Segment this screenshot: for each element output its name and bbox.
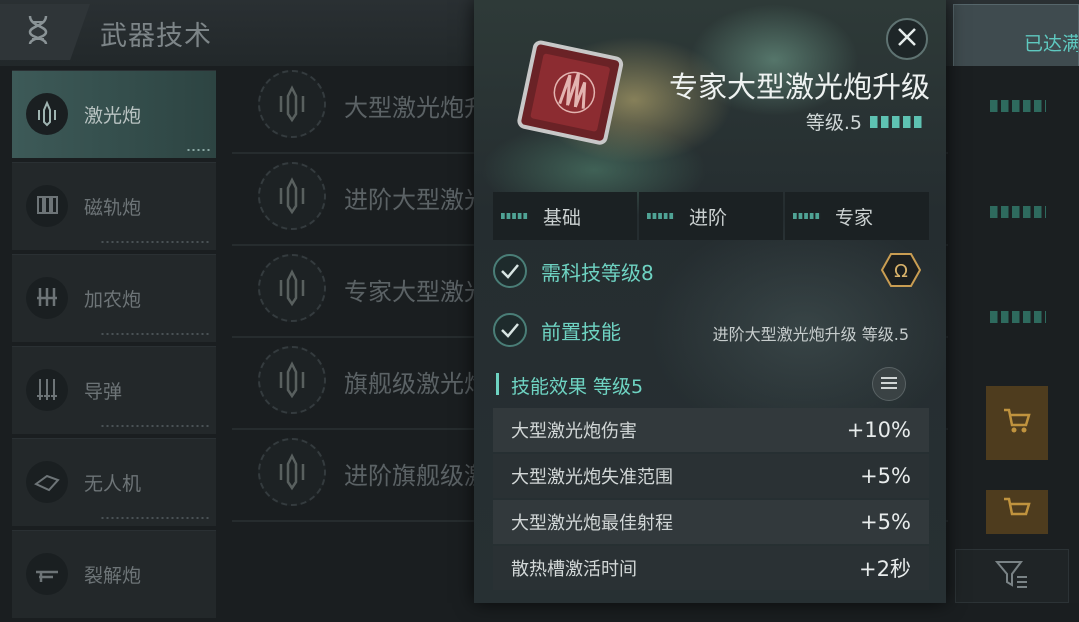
close-icon: [896, 26, 918, 52]
sidebar-item-laser[interactable]: 激光炮: [12, 70, 216, 158]
requirement-label: 前置技能: [541, 320, 621, 344]
skill-title: 专家大型激光炮升级: [668, 70, 930, 104]
effect-value: +2秒: [859, 557, 911, 581]
progress-dots: [100, 240, 210, 244]
check-icon: [493, 313, 527, 347]
effect-value: +5%: [860, 510, 911, 534]
sidebar-item-railgun[interactable]: 磁轨炮: [12, 162, 216, 250]
sidebar-item-label: 无人机: [84, 473, 142, 495]
effect-value: +10%: [846, 418, 911, 442]
tab-expert[interactable]: 专家: [785, 192, 929, 240]
progress-dots: [186, 148, 210, 152]
tab-label: 专家: [835, 206, 874, 229]
laser-cannon-icon: [258, 162, 326, 230]
filter-icon: [994, 559, 1029, 593]
laser-cannon-icon: [258, 346, 326, 414]
progress-dots: [100, 424, 210, 428]
skill-name: 旗舰级激光炮: [344, 370, 488, 398]
effect-row: 大型激光炮最佳射程 +5%: [493, 500, 929, 544]
effect-row: 散热槽激活时间 +2秒: [493, 546, 929, 590]
tier-pips: [501, 213, 529, 219]
requirement-prereq-skill: 前置技能 进阶大型激光炮升级 等级.5: [493, 311, 929, 351]
level-text: 等级.5: [805, 112, 862, 134]
skill-name: 专家大型激光: [344, 278, 488, 306]
tab-label: 进阶: [689, 206, 728, 229]
sidebar-item-label: 激光炮: [84, 105, 142, 127]
sidebar-item-label: 导弹: [84, 381, 123, 403]
skill-detail-modal: 专家大型激光炮升级 等级.5 基础 进阶 专家 需科技等级8 Ω 前置技能 进阶…: [474, 0, 946, 603]
tier-pips: [647, 213, 675, 219]
requirement-label: 需科技等级8: [541, 261, 654, 285]
tab-label: 基础: [543, 206, 582, 229]
sidebar-item-drone[interactable]: 无人机: [12, 438, 216, 526]
laser-cannon-icon: [26, 93, 68, 135]
effects-list: 大型激光炮伤害 +10% 大型激光炮失准范围 +5% 大型激光炮最佳射程 +5%…: [493, 408, 929, 592]
list-button[interactable]: [872, 367, 906, 401]
cart-button[interactable]: [986, 490, 1048, 534]
level-pips: [990, 206, 1046, 218]
close-button[interactable]: [886, 18, 928, 60]
effects-title: 技能效果 等级5: [511, 376, 644, 398]
list-icon: [880, 375, 898, 394]
svg-text:Ω: Ω: [894, 261, 908, 282]
tier-pips: [793, 213, 821, 219]
requirement-value: 进阶大型激光炮升级 等级.5: [712, 325, 909, 344]
effect-value: +5%: [860, 464, 911, 488]
accent-bar: [496, 373, 499, 395]
progress-dots: [100, 332, 210, 336]
weapon-category-sidebar: 激光炮 磁轨炮 加农炮 导弹 无人机 裂解炮: [12, 70, 216, 622]
drone-icon: [26, 461, 68, 503]
level-pips: [990, 311, 1046, 323]
effect-name: 大型激光炮伤害: [511, 421, 637, 442]
laser-cannon-icon: [258, 70, 326, 138]
skill-status-column: [950, 66, 1079, 603]
tier-tabs: 基础 进阶 专家: [493, 192, 929, 240]
back-button[interactable]: [0, 4, 90, 60]
page-title: 武器技术: [100, 21, 212, 52]
missile-icon: [26, 369, 68, 411]
laser-cannon-icon: [258, 438, 326, 506]
effect-name: 大型激光炮失准范围: [511, 467, 673, 488]
cart-icon: [1002, 496, 1032, 528]
check-icon: [493, 254, 527, 288]
effects-header: 技能效果 等级5: [496, 370, 926, 400]
level-pips: [990, 100, 1046, 112]
cart-button[interactable]: [986, 386, 1048, 460]
effect-name: 散热槽激活时间: [511, 559, 637, 580]
disintegrator-icon: [26, 553, 68, 595]
sidebar-item-disintegrator[interactable]: 裂解炮: [12, 530, 216, 618]
requirement-tech-level: 需科技等级8 Ω: [493, 252, 929, 292]
effect-row: 大型激光炮伤害 +10%: [493, 408, 929, 452]
railgun-icon: [26, 185, 68, 227]
cannon-icon: [26, 277, 68, 319]
cart-icon: [1002, 407, 1032, 439]
sidebar-item-missile[interactable]: 导弹: [12, 346, 216, 434]
filter-button[interactable]: [955, 549, 1069, 603]
skill-name: 进阶大型激光: [344, 186, 488, 214]
sidebar-item-label: 磁轨炮: [84, 197, 142, 219]
skill-name: 进阶旗舰级激: [344, 462, 488, 490]
dna-icon: [20, 12, 56, 52]
sidebar-item-label: 裂解炮: [84, 565, 142, 587]
skill-name: 大型激光炮升: [344, 94, 488, 122]
sidebar-item-label: 加农炮: [84, 289, 142, 311]
laser-cannon-icon: [258, 254, 326, 322]
effect-name: 大型激光炮最佳射程: [511, 513, 673, 534]
omega-icon[interactable]: Ω: [881, 252, 921, 288]
level-pips: [870, 115, 924, 128]
tab-basic[interactable]: 基础: [493, 192, 637, 240]
progress-dots: [100, 516, 210, 520]
tab-advanced[interactable]: 进阶: [639, 192, 783, 240]
sidebar-item-cannon[interactable]: 加农炮: [12, 254, 216, 342]
effect-row: 大型激光炮失准范围 +5%: [493, 454, 929, 498]
skill-level: 等级.5: [806, 108, 924, 135]
